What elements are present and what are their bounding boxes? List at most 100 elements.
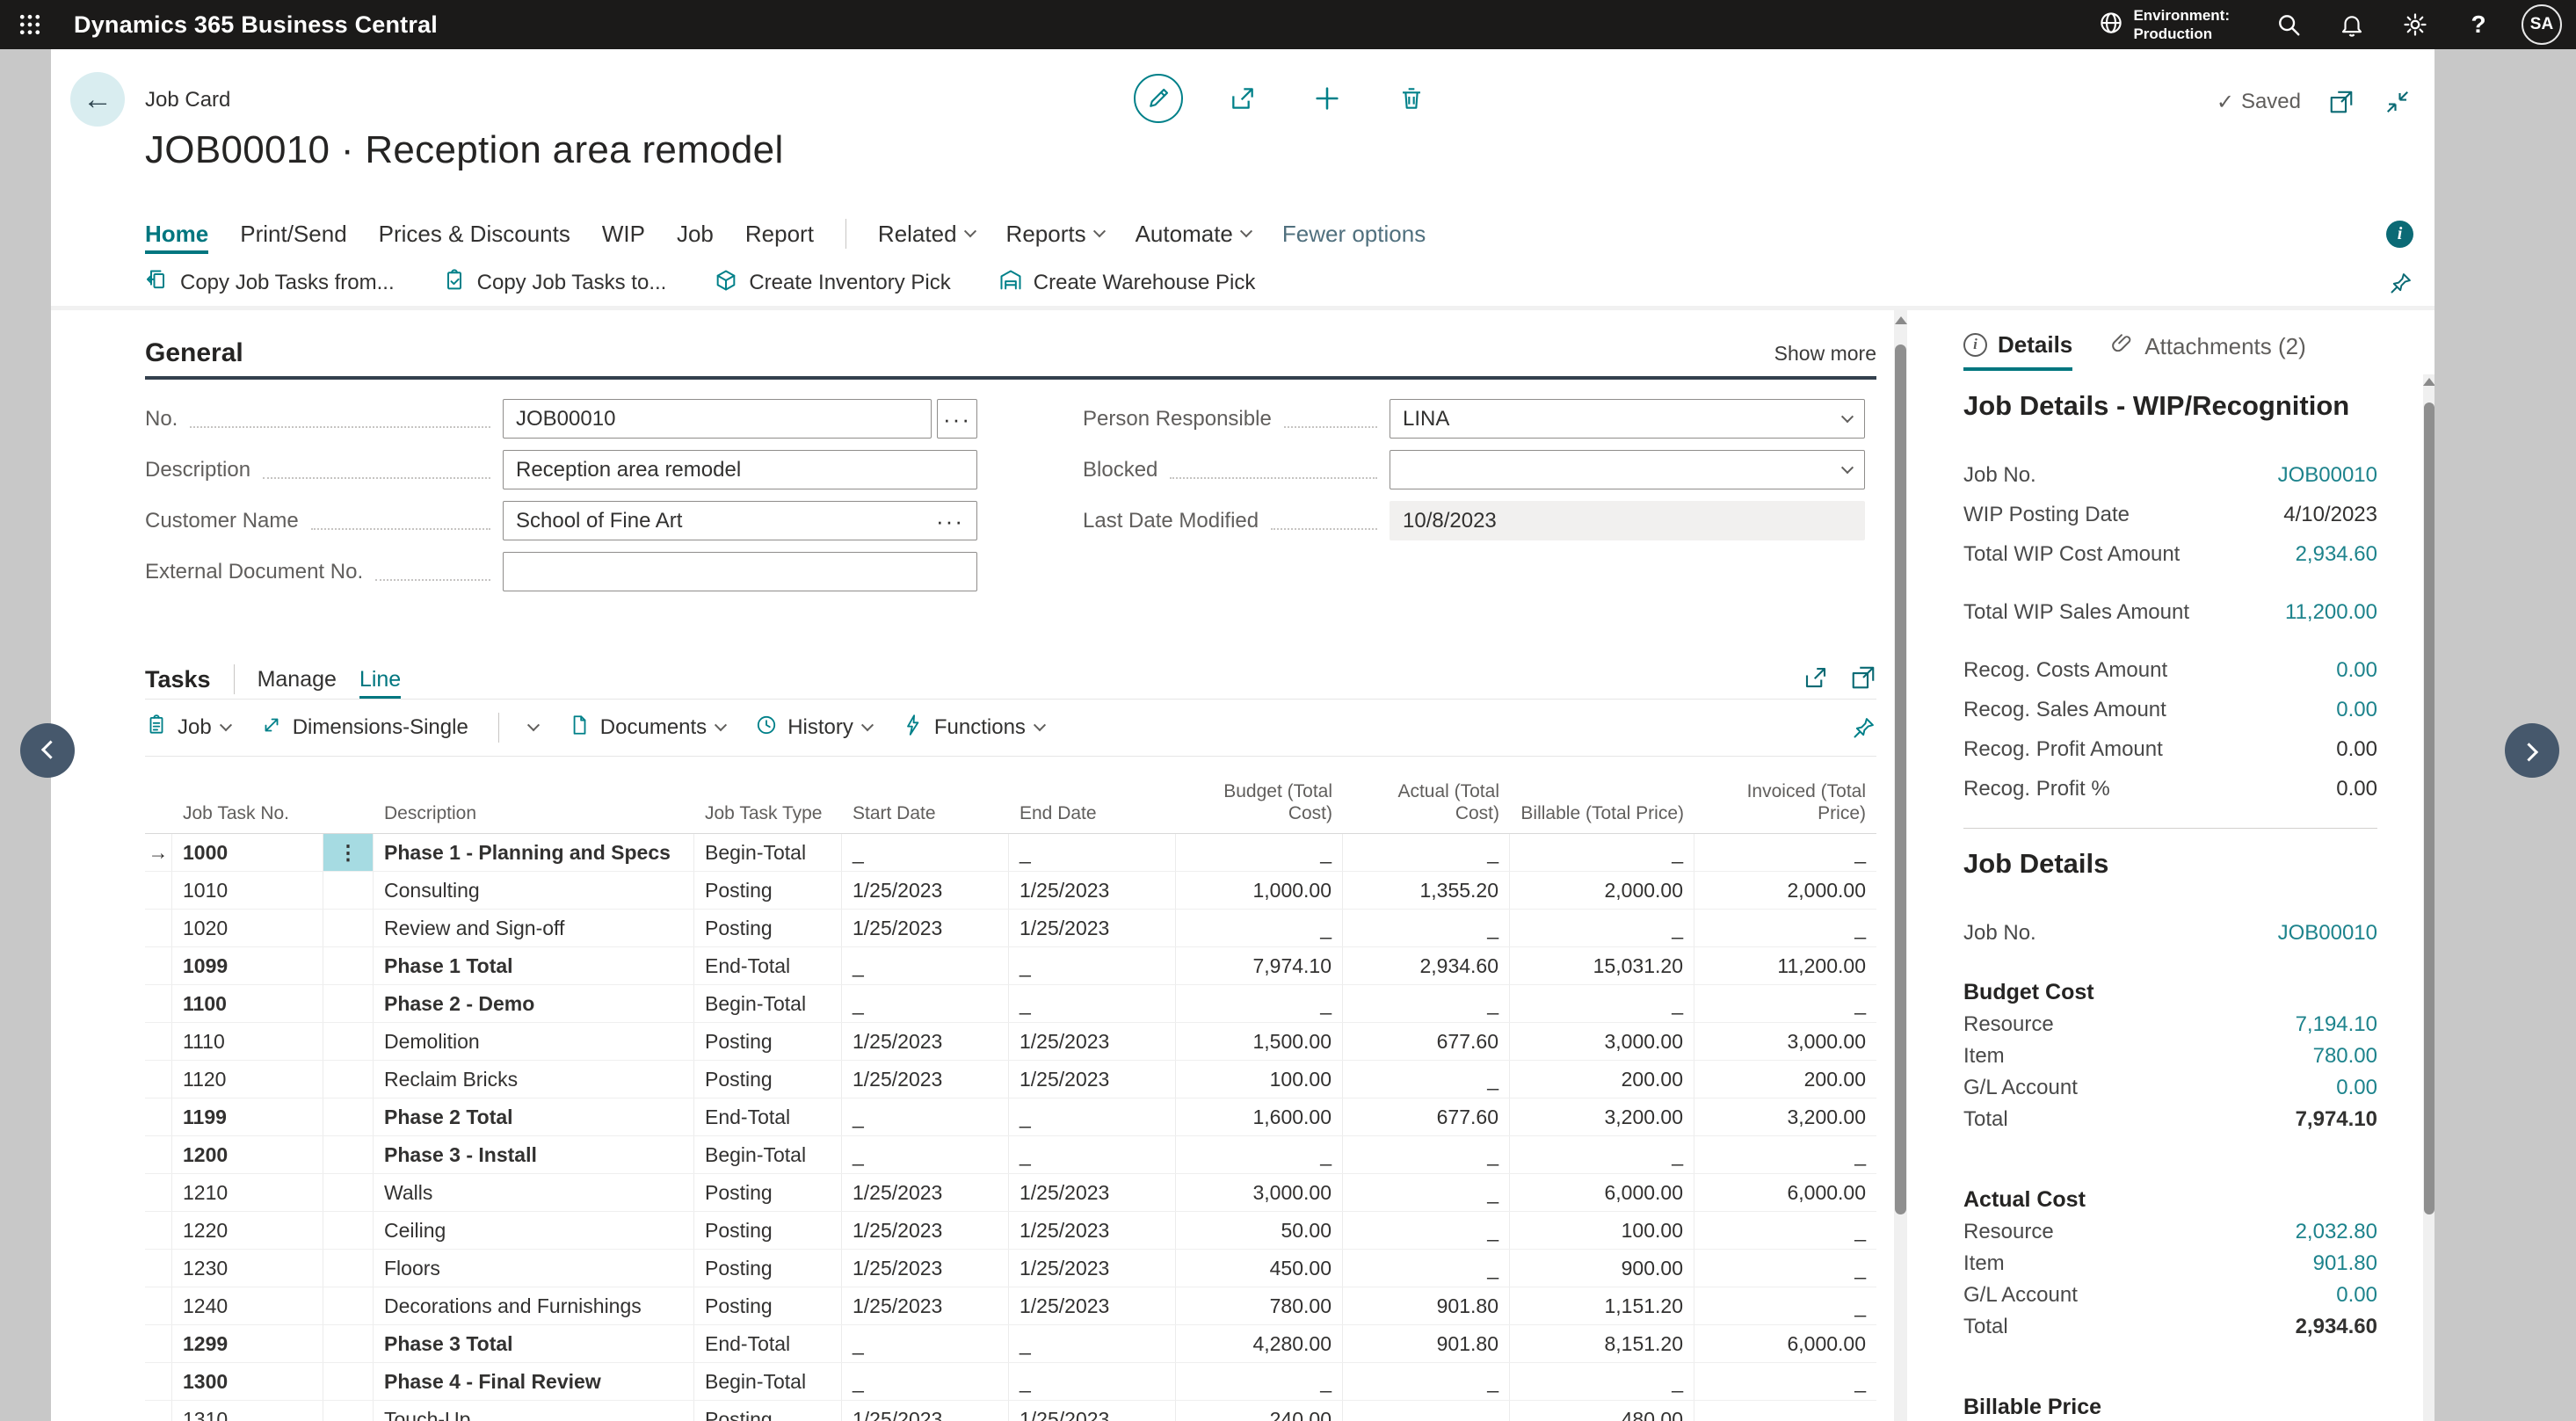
cell-job-task-no[interactable]: 1000 bbox=[172, 834, 323, 871]
cell-start-date[interactable]: 1/25/2023 bbox=[842, 872, 1009, 909]
cell-start-date[interactable]: 1/25/2023 bbox=[842, 1250, 1009, 1287]
cell-description[interactable]: Decorations and Furnishings bbox=[374, 1287, 694, 1324]
show-more-link[interactable]: Show more bbox=[1774, 342, 1876, 366]
column-header[interactable]: Actual (Total Cost) bbox=[1343, 780, 1510, 833]
cell-start-date[interactable]: _ bbox=[842, 985, 1009, 1022]
cell-description[interactable]: Phase 3 Total bbox=[374, 1325, 694, 1362]
cell-billable-total-price[interactable]: _ bbox=[1510, 1136, 1694, 1173]
cell-budget-total-cost[interactable]: 4,280.00 bbox=[1176, 1325, 1343, 1362]
ribbon-tab-related[interactable]: Related bbox=[878, 209, 975, 258]
cell-billable-total-price[interactable]: _ bbox=[1510, 985, 1694, 1022]
cell-job-task-type[interactable]: Begin-Total bbox=[694, 1136, 842, 1173]
cell-job-task-type[interactable]: Begin-Total bbox=[694, 985, 842, 1022]
chevron-down-icon[interactable] bbox=[1841, 461, 1854, 474]
cell-start-date[interactable]: 1/25/2023 bbox=[842, 1023, 1009, 1060]
column-header[interactable]: Job Task No. bbox=[172, 802, 323, 833]
new-record-button[interactable] bbox=[1303, 74, 1352, 123]
cell-description[interactable]: Touch-Up bbox=[374, 1401, 694, 1421]
table-row[interactable]: 1210WallsPosting1/25/20231/25/20233,000.… bbox=[145, 1174, 1876, 1212]
cell-actual-total-cost[interactable]: 677.60 bbox=[1343, 1098, 1510, 1135]
cell-start-date[interactable]: 1/25/2023 bbox=[842, 1287, 1009, 1324]
column-header[interactable]: Start Date bbox=[842, 802, 1009, 833]
cell-actual-total-cost[interactable]: _ bbox=[1343, 834, 1510, 871]
cell-billable-total-price[interactable]: 15,031.20 bbox=[1510, 947, 1694, 984]
cell-actual-total-cost[interactable]: 901.80 bbox=[1343, 1287, 1510, 1324]
cell-end-date[interactable]: 1/25/2023 bbox=[1009, 872, 1176, 909]
cell-start-date[interactable]: _ bbox=[842, 834, 1009, 871]
cell-end-date[interactable]: 1/25/2023 bbox=[1009, 1250, 1176, 1287]
app-title[interactable]: Dynamics 365 Business Central bbox=[74, 11, 438, 39]
cell-description[interactable]: Phase 1 Total bbox=[374, 947, 694, 984]
cell-job-task-type[interactable]: Begin-Total bbox=[694, 1363, 842, 1400]
cell-start-date[interactable]: _ bbox=[842, 1363, 1009, 1400]
cell-end-date[interactable]: 1/25/2023 bbox=[1009, 1287, 1176, 1324]
cell-invoiced-total-price[interactable]: 3,000.00 bbox=[1694, 1023, 1876, 1060]
environment-badge[interactable]: Environment: Production bbox=[2098, 6, 2230, 44]
cell-invoiced-total-price[interactable]: 6,000.00 bbox=[1694, 1325, 1876, 1362]
cell-invoiced-total-price[interactable]: _ bbox=[1694, 834, 1876, 871]
cell-billable-total-price[interactable]: 6,000.00 bbox=[1510, 1174, 1694, 1211]
cell-description[interactable]: Phase 3 - Install bbox=[374, 1136, 694, 1173]
copy-job-tasks-from--button[interactable]: Copy Job Tasks from... bbox=[145, 268, 395, 299]
cell-actual-total-cost[interactable]: 677.60 bbox=[1343, 1023, 1510, 1060]
table-row[interactable]: 1120Reclaim BricksPosting1/25/20231/25/2… bbox=[145, 1061, 1876, 1098]
description-input[interactable]: Reception area remodel bbox=[503, 450, 977, 489]
cell-job-task-type[interactable]: Posting bbox=[694, 1174, 842, 1211]
column-header[interactable]: Description bbox=[374, 802, 694, 833]
ribbon-tab-fewer-options[interactable]: Fewer options bbox=[1282, 209, 1426, 258]
cell-description[interactable]: Phase 1 - Planning and Specs bbox=[374, 834, 694, 871]
avatar[interactable]: SA bbox=[2522, 4, 2562, 45]
table-row[interactable]: 1299Phase 3 TotalEnd-Total__4,280.00901.… bbox=[145, 1325, 1876, 1363]
details-value[interactable]: JOB00010 bbox=[2278, 463, 2377, 488]
cell-start-date[interactable]: _ bbox=[842, 1098, 1009, 1135]
cell-description[interactable]: Floors bbox=[374, 1250, 694, 1287]
cell-actual-total-cost[interactable] bbox=[1343, 1401, 1510, 1421]
cell-description[interactable]: Walls bbox=[374, 1174, 694, 1211]
cell-end-date[interactable]: _ bbox=[1009, 985, 1176, 1022]
settings-gear-icon[interactable] bbox=[2395, 4, 2435, 45]
cell-invoiced-total-price[interactable] bbox=[1694, 1401, 1876, 1421]
cell-end-date[interactable]: _ bbox=[1009, 947, 1176, 984]
cell-invoiced-total-price[interactable]: _ bbox=[1694, 1250, 1876, 1287]
scrollbar-thumb[interactable] bbox=[2424, 402, 2435, 1214]
column-header[interactable]: Billable (Total Price) bbox=[1510, 802, 1694, 833]
cell-job-task-type[interactable]: Posting bbox=[694, 1212, 842, 1249]
cell-invoiced-total-price[interactable]: 11,200.00 bbox=[1694, 947, 1876, 984]
cell-end-date[interactable]: _ bbox=[1009, 1325, 1176, 1362]
create-warehouse-pick-button[interactable]: Create Warehouse Pick bbox=[998, 268, 1256, 299]
cell-description[interactable]: Ceiling bbox=[374, 1212, 694, 1249]
cell-job-task-no[interactable]: 1020 bbox=[172, 910, 323, 946]
page-info-icon[interactable]: i bbox=[2386, 221, 2413, 248]
main-scrollbar[interactable] bbox=[1894, 309, 1907, 1421]
cell-end-date[interactable]: 1/25/2023 bbox=[1009, 1401, 1176, 1421]
cell-budget-total-cost[interactable]: 3,000.00 bbox=[1176, 1174, 1343, 1211]
cell-job-task-no[interactable]: 1310 bbox=[172, 1401, 323, 1421]
cell-description[interactable]: Reclaim Bricks bbox=[374, 1061, 694, 1098]
cell-actual-total-cost[interactable]: _ bbox=[1343, 1250, 1510, 1287]
table-row[interactable]: 1020Review and Sign-offPosting1/25/20231… bbox=[145, 910, 1876, 947]
cell-budget-total-cost[interactable]: 1,500.00 bbox=[1176, 1023, 1343, 1060]
cell-budget-total-cost[interactable]: 100.00 bbox=[1176, 1061, 1343, 1098]
notifications-bell-icon[interactable] bbox=[2332, 4, 2372, 45]
scroll-up-arrow[interactable] bbox=[2423, 378, 2435, 386]
table-row[interactable]: 1230FloorsPosting1/25/20231/25/2023450.0… bbox=[145, 1250, 1876, 1287]
cell-invoiced-total-price[interactable]: 6,000.00 bbox=[1694, 1174, 1876, 1211]
tasks-tab-line[interactable]: Line bbox=[359, 660, 401, 699]
cell-invoiced-total-price[interactable]: _ bbox=[1694, 985, 1876, 1022]
column-header[interactable]: Job Task Type bbox=[694, 802, 842, 833]
scroll-up-arrow[interactable] bbox=[1895, 316, 1907, 324]
cell-invoiced-total-price[interactable]: _ bbox=[1694, 1212, 1876, 1249]
cell-end-date[interactable]: 1/25/2023 bbox=[1009, 910, 1176, 946]
toolbar-dimensions-single[interactable]: Dimensions-Single bbox=[260, 714, 468, 743]
previous-record-button[interactable] bbox=[20, 723, 75, 778]
help-icon[interactable]: ? bbox=[2458, 4, 2499, 45]
cell-job-task-type[interactable]: Posting bbox=[694, 1250, 842, 1287]
cell-job-task-type[interactable]: End-Total bbox=[694, 947, 842, 984]
cell-budget-total-cost[interactable]: 780.00 bbox=[1176, 1287, 1343, 1324]
cell-start-date[interactable]: _ bbox=[842, 1136, 1009, 1173]
blocked-input[interactable] bbox=[1390, 450, 1865, 489]
tab-attachments[interactable]: Attachments (2) bbox=[2111, 322, 2306, 371]
column-header[interactable] bbox=[323, 824, 374, 833]
details-scrollbar[interactable] bbox=[2423, 374, 2435, 1421]
table-row[interactable]: 1240Decorations and FurnishingsPosting1/… bbox=[145, 1287, 1876, 1325]
